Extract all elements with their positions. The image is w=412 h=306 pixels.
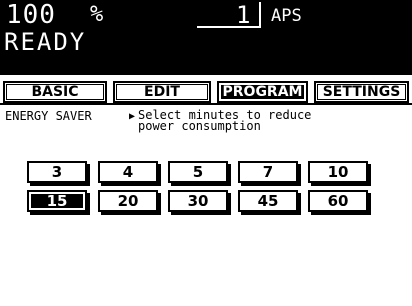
minutes-button-3[interactable]: 3 bbox=[27, 161, 87, 183]
tab-settings[interactable]: SETTINGS bbox=[314, 81, 409, 103]
screen-description: Select minutes to reduce power consumpti… bbox=[138, 108, 312, 133]
screen-title: ENERGY SAVER bbox=[5, 109, 92, 123]
copy-count: 100 bbox=[6, 0, 56, 30]
minutes-button-7[interactable]: 7 bbox=[238, 161, 298, 183]
minutes-button-5[interactable]: 5 bbox=[168, 161, 228, 183]
minutes-button-60[interactable]: 60 bbox=[308, 190, 368, 212]
minutes-button-15[interactable]: 15 bbox=[27, 190, 87, 212]
minutes-button-10[interactable]: 10 bbox=[308, 161, 368, 183]
quantity: 1 bbox=[236, 1, 251, 29]
tab-edit[interactable]: EDIT bbox=[113, 81, 211, 103]
pointer-icon: ▶ bbox=[129, 111, 136, 122]
quantity-box bbox=[197, 2, 261, 28]
minutes-button-20[interactable]: 20 bbox=[98, 190, 158, 212]
status-message: READY bbox=[4, 28, 87, 56]
zoom-percent: % bbox=[90, 2, 104, 27]
tab-program[interactable]: PROGRAM bbox=[217, 81, 308, 103]
tab-basic[interactable]: BASIC bbox=[3, 81, 107, 103]
status-bar: 100 % 1 APS READY bbox=[0, 0, 412, 75]
minutes-button-45[interactable]: 45 bbox=[238, 190, 298, 212]
tab-divider bbox=[0, 103, 412, 105]
minutes-button-30[interactable]: 30 bbox=[168, 190, 228, 212]
minutes-button-4[interactable]: 4 bbox=[98, 161, 158, 183]
paper-mode: APS bbox=[271, 6, 302, 26]
